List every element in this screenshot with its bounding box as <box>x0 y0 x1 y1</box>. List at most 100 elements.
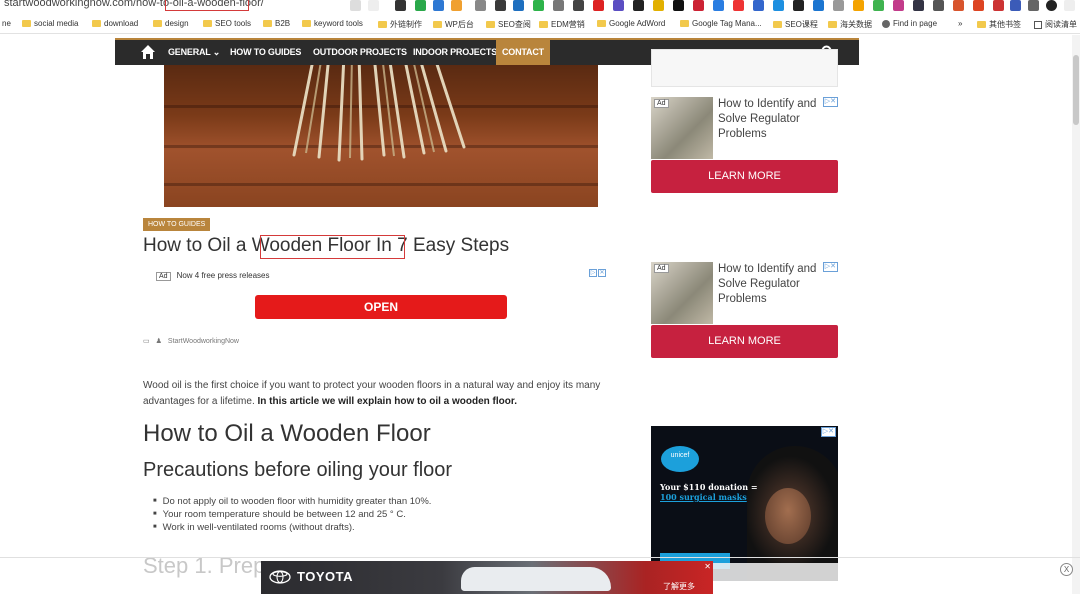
precautions-list: Do not apply oil to wooden floor with hu… <box>153 495 432 534</box>
bookmark-item[interactable]: keyword tools <box>302 19 363 28</box>
extension-icon[interactable] <box>933 0 944 11</box>
user-icon: ♟ <box>155 338 162 345</box>
bookmark-item[interactable]: 阅读清单 <box>1034 19 1077 30</box>
extension-icon[interactable] <box>913 0 924 11</box>
nav-general[interactable]: GENERAL ⌄ <box>162 40 226 65</box>
bookmark-overflow[interactable]: » <box>958 19 962 28</box>
ad-close-icon[interactable]: ✕ <box>704 562 711 571</box>
adchoices-icon[interactable]: ▷✕ <box>820 427 836 437</box>
extension-icon[interactable] <box>813 0 824 11</box>
extension-icon[interactable] <box>533 0 544 11</box>
bookmark-label: EDM营销 <box>551 20 585 29</box>
extension-icon[interactable] <box>993 0 1004 11</box>
close-icon[interactable]: ✕ <box>598 269 606 277</box>
extension-icon[interactable] <box>513 0 524 11</box>
extension-icon[interactable] <box>953 0 964 11</box>
bookmark-item[interactable]: ne <box>2 19 11 28</box>
close-sticky-ad-button[interactable]: X <box>1060 563 1073 576</box>
sidebar-ad[interactable]: Ad How to Identify and Solve Regulator P… <box>651 262 838 358</box>
nav-indoor-projects[interactable]: INDOOR PROJECTS <box>407 40 503 65</box>
extension-icon[interactable] <box>693 0 704 11</box>
extension-icon[interactable] <box>415 0 426 11</box>
folder-icon <box>263 20 272 27</box>
author-link[interactable]: StartWoodworkingNow <box>168 338 239 345</box>
open-button[interactable]: OPEN <box>255 295 507 319</box>
browser-address-bar[interactable]: startwoodworkingnow.com/how-to-oil-a-woo… <box>0 0 1080 13</box>
bottom-sticky-ad[interactable]: TOYOTA 了解更多 ✕ <box>261 561 713 594</box>
menu-icon[interactable] <box>1064 0 1075 11</box>
extension-icon[interactable] <box>673 0 684 11</box>
bookmark-item[interactable]: SEO tools <box>203 19 251 28</box>
extension-icon[interactable] <box>773 0 784 11</box>
extension-icon[interactable] <box>451 0 462 11</box>
extension-icon[interactable] <box>593 0 604 11</box>
ad-text: Now 4 free press releases <box>176 271 270 280</box>
extension-icon[interactable] <box>633 0 644 11</box>
profile-icon[interactable] <box>1046 0 1057 11</box>
share-icon[interactable] <box>350 0 361 11</box>
sidebar-ad[interactable]: Ad How to Identify and Solve Regulator P… <box>651 97 838 193</box>
ad-headline[interactable]: How to Identify and Solve Regulator Prob… <box>718 262 836 307</box>
extension-icon[interactable] <box>713 0 724 11</box>
extension-icon[interactable] <box>495 0 506 11</box>
adchoices-icon[interactable]: ▷ <box>589 269 597 277</box>
close-icon[interactable]: ▷✕ <box>822 262 838 272</box>
extension-icon[interactable] <box>395 0 406 11</box>
extension-icon[interactable] <box>793 0 804 11</box>
bookmark-item[interactable]: 其他书签 <box>977 19 1021 30</box>
extension-icon[interactable] <box>433 0 444 11</box>
bookmark-item[interactable]: social media <box>22 19 78 28</box>
bookmark-item[interactable]: design <box>153 19 189 28</box>
ad-tag: Ad <box>654 264 669 273</box>
extension-icon[interactable] <box>873 0 884 11</box>
learn-more-button[interactable]: LEARN MORE <box>651 160 838 193</box>
nav-outdoor-projects[interactable]: OUTDOOR PROJECTS <box>307 40 413 65</box>
car-image <box>461 567 611 591</box>
bookmark-item[interactable]: Google AdWord <box>597 19 665 28</box>
bookmark-label: 阅读清单 <box>1045 20 1077 29</box>
extension-icon[interactable] <box>475 0 486 11</box>
extension-icon[interactable] <box>573 0 584 11</box>
folder-icon <box>977 21 986 28</box>
bookmark-item[interactable]: SEO课程 <box>773 19 818 30</box>
extension-icon[interactable] <box>893 0 904 11</box>
star-icon[interactable] <box>368 0 379 11</box>
hero-image <box>164 65 598 207</box>
close-icon[interactable]: ▷✕ <box>822 97 838 107</box>
puzzle-icon[interactable] <box>1028 0 1039 11</box>
list-item: Your room temperature should be between … <box>153 508 431 521</box>
extension-icon[interactable] <box>613 0 624 11</box>
scrollbar-thumb[interactable] <box>1073 55 1079 125</box>
nav-contact[interactable]: CONTACT <box>496 40 550 65</box>
bookmark-item[interactable]: EDM营销 <box>539 19 585 30</box>
home-icon[interactable] <box>139 43 157 61</box>
extension-icon[interactable] <box>733 0 744 11</box>
extension-icon[interactable] <box>553 0 564 11</box>
extension-icon[interactable] <box>853 0 864 11</box>
extension-icon[interactable] <box>753 0 764 11</box>
folder-icon <box>773 21 782 28</box>
bookmark-item[interactable]: WP后台 <box>433 19 474 30</box>
subsection-heading: Precautions before oiling your floor <box>143 459 453 481</box>
bookmark-item[interactable]: SEO查阅 <box>486 19 531 30</box>
learn-more-link[interactable]: 了解更多 <box>663 581 695 592</box>
inline-ad[interactable]: Ad Now 4 free press releases <box>156 271 270 281</box>
bookmark-item[interactable]: download <box>92 19 138 28</box>
folder-icon <box>433 21 442 28</box>
nav-how-to-guides[interactable]: HOW TO GUIDES <box>224 40 307 65</box>
bookmark-item[interactable]: Google Tag Mana... <box>680 19 762 28</box>
bookmark-item[interactable]: Find in page <box>882 19 937 28</box>
extension-icon[interactable] <box>973 0 984 11</box>
bookmark-item[interactable]: 外链制作 <box>378 19 422 30</box>
folder-icon <box>203 20 212 27</box>
folder-icon <box>153 20 162 27</box>
extension-icon[interactable] <box>1010 0 1021 11</box>
extension-icon[interactable] <box>653 0 664 11</box>
extension-icon[interactable] <box>833 0 844 11</box>
ad-headline[interactable]: How to Identify and Solve Regulator Prob… <box>718 97 836 142</box>
bookmark-label: 外链制作 <box>390 20 422 29</box>
bookmark-item[interactable]: B2B <box>263 19 290 28</box>
category-badge[interactable]: HOW TO GUIDES <box>143 218 211 231</box>
learn-more-button[interactable]: LEARN MORE <box>651 325 838 358</box>
bookmark-item[interactable]: 海关数据 <box>828 19 872 30</box>
